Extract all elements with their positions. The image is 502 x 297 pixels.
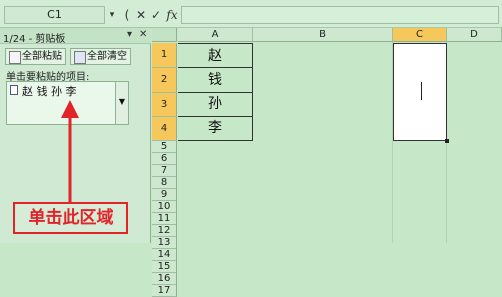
name-box-dropdown-icon[interactable]: ▾ — [106, 6, 118, 24]
annotation-text: 单击此区域 — [28, 208, 114, 228]
row-header-10[interactable]: 10 — [152, 201, 177, 213]
close-icon[interactable]: ✕ — [139, 29, 147, 40]
clipboard-title: 1/24 - 剪贴板 — [3, 34, 66, 45]
row-header-6[interactable]: 6 — [152, 153, 177, 165]
text-cursor — [421, 82, 422, 100]
row-header-17[interactable]: 17 — [152, 285, 177, 297]
paste-icon — [9, 51, 21, 64]
row-header-11[interactable]: 11 — [152, 213, 177, 225]
column-header-b[interactable]: B — [253, 28, 393, 42]
formula-bar-separator: ( — [124, 8, 130, 22]
clear-icon — [74, 51, 86, 64]
clear-all-button[interactable]: 全部清空 — [70, 48, 131, 65]
row-header-9[interactable]: 9 — [152, 189, 177, 201]
cell-c1[interactable] — [393, 43, 447, 141]
paste-all-button[interactable]: 全部粘贴 — [5, 48, 66, 65]
clear-all-label: 全部清空 — [87, 51, 127, 62]
enter-icon[interactable]: ✓ — [149, 6, 163, 24]
cell-a2[interactable]: 钱 — [178, 68, 253, 93]
row-header-14[interactable]: 14 — [152, 249, 177, 261]
name-box[interactable]: C1 — [4, 6, 105, 24]
red-arrow-icon — [61, 100, 79, 205]
row-header-2[interactable]: 2 — [152, 68, 177, 93]
clipboard-item-dropdown-icon[interactable]: ▼ — [115, 82, 128, 124]
pane-menu-icon[interactable]: ▾ — [127, 29, 132, 40]
row-header-13[interactable]: 13 — [152, 237, 177, 249]
document-icon — [10, 85, 18, 95]
row-header-15[interactable]: 15 — [152, 261, 177, 273]
insert-function-button[interactable]: fx — [164, 6, 180, 24]
row-header-8[interactable]: 8 — [152, 177, 177, 189]
fill-handle[interactable] — [445, 139, 449, 143]
row-header-12[interactable]: 12 — [152, 225, 177, 237]
paste-all-label: 全部粘贴 — [22, 51, 62, 62]
row-header-5[interactable]: 5 — [152, 141, 177, 153]
row-header-4[interactable]: 4 — [152, 117, 177, 141]
cell-a3[interactable]: 孙 — [178, 93, 253, 117]
cancel-icon[interactable]: ✕ — [134, 6, 148, 24]
select-all-button[interactable] — [152, 28, 177, 42]
column-header-d[interactable]: D — [447, 28, 502, 42]
row-header-3[interactable]: 3 — [152, 93, 177, 117]
row-header-1[interactable]: 1 — [152, 43, 177, 68]
clipboard-item-text: 赵 钱 孙 李 — [22, 85, 77, 98]
formula-input[interactable] — [181, 6, 499, 24]
column-header-c[interactable]: C — [393, 28, 447, 42]
row-header-16[interactable]: 16 — [152, 273, 177, 285]
cell-a4[interactable]: 李 — [178, 117, 253, 141]
column-header-a[interactable]: A — [178, 28, 253, 42]
row-header-7[interactable]: 7 — [152, 165, 177, 177]
cell-a1[interactable]: 赵 — [178, 43, 253, 68]
